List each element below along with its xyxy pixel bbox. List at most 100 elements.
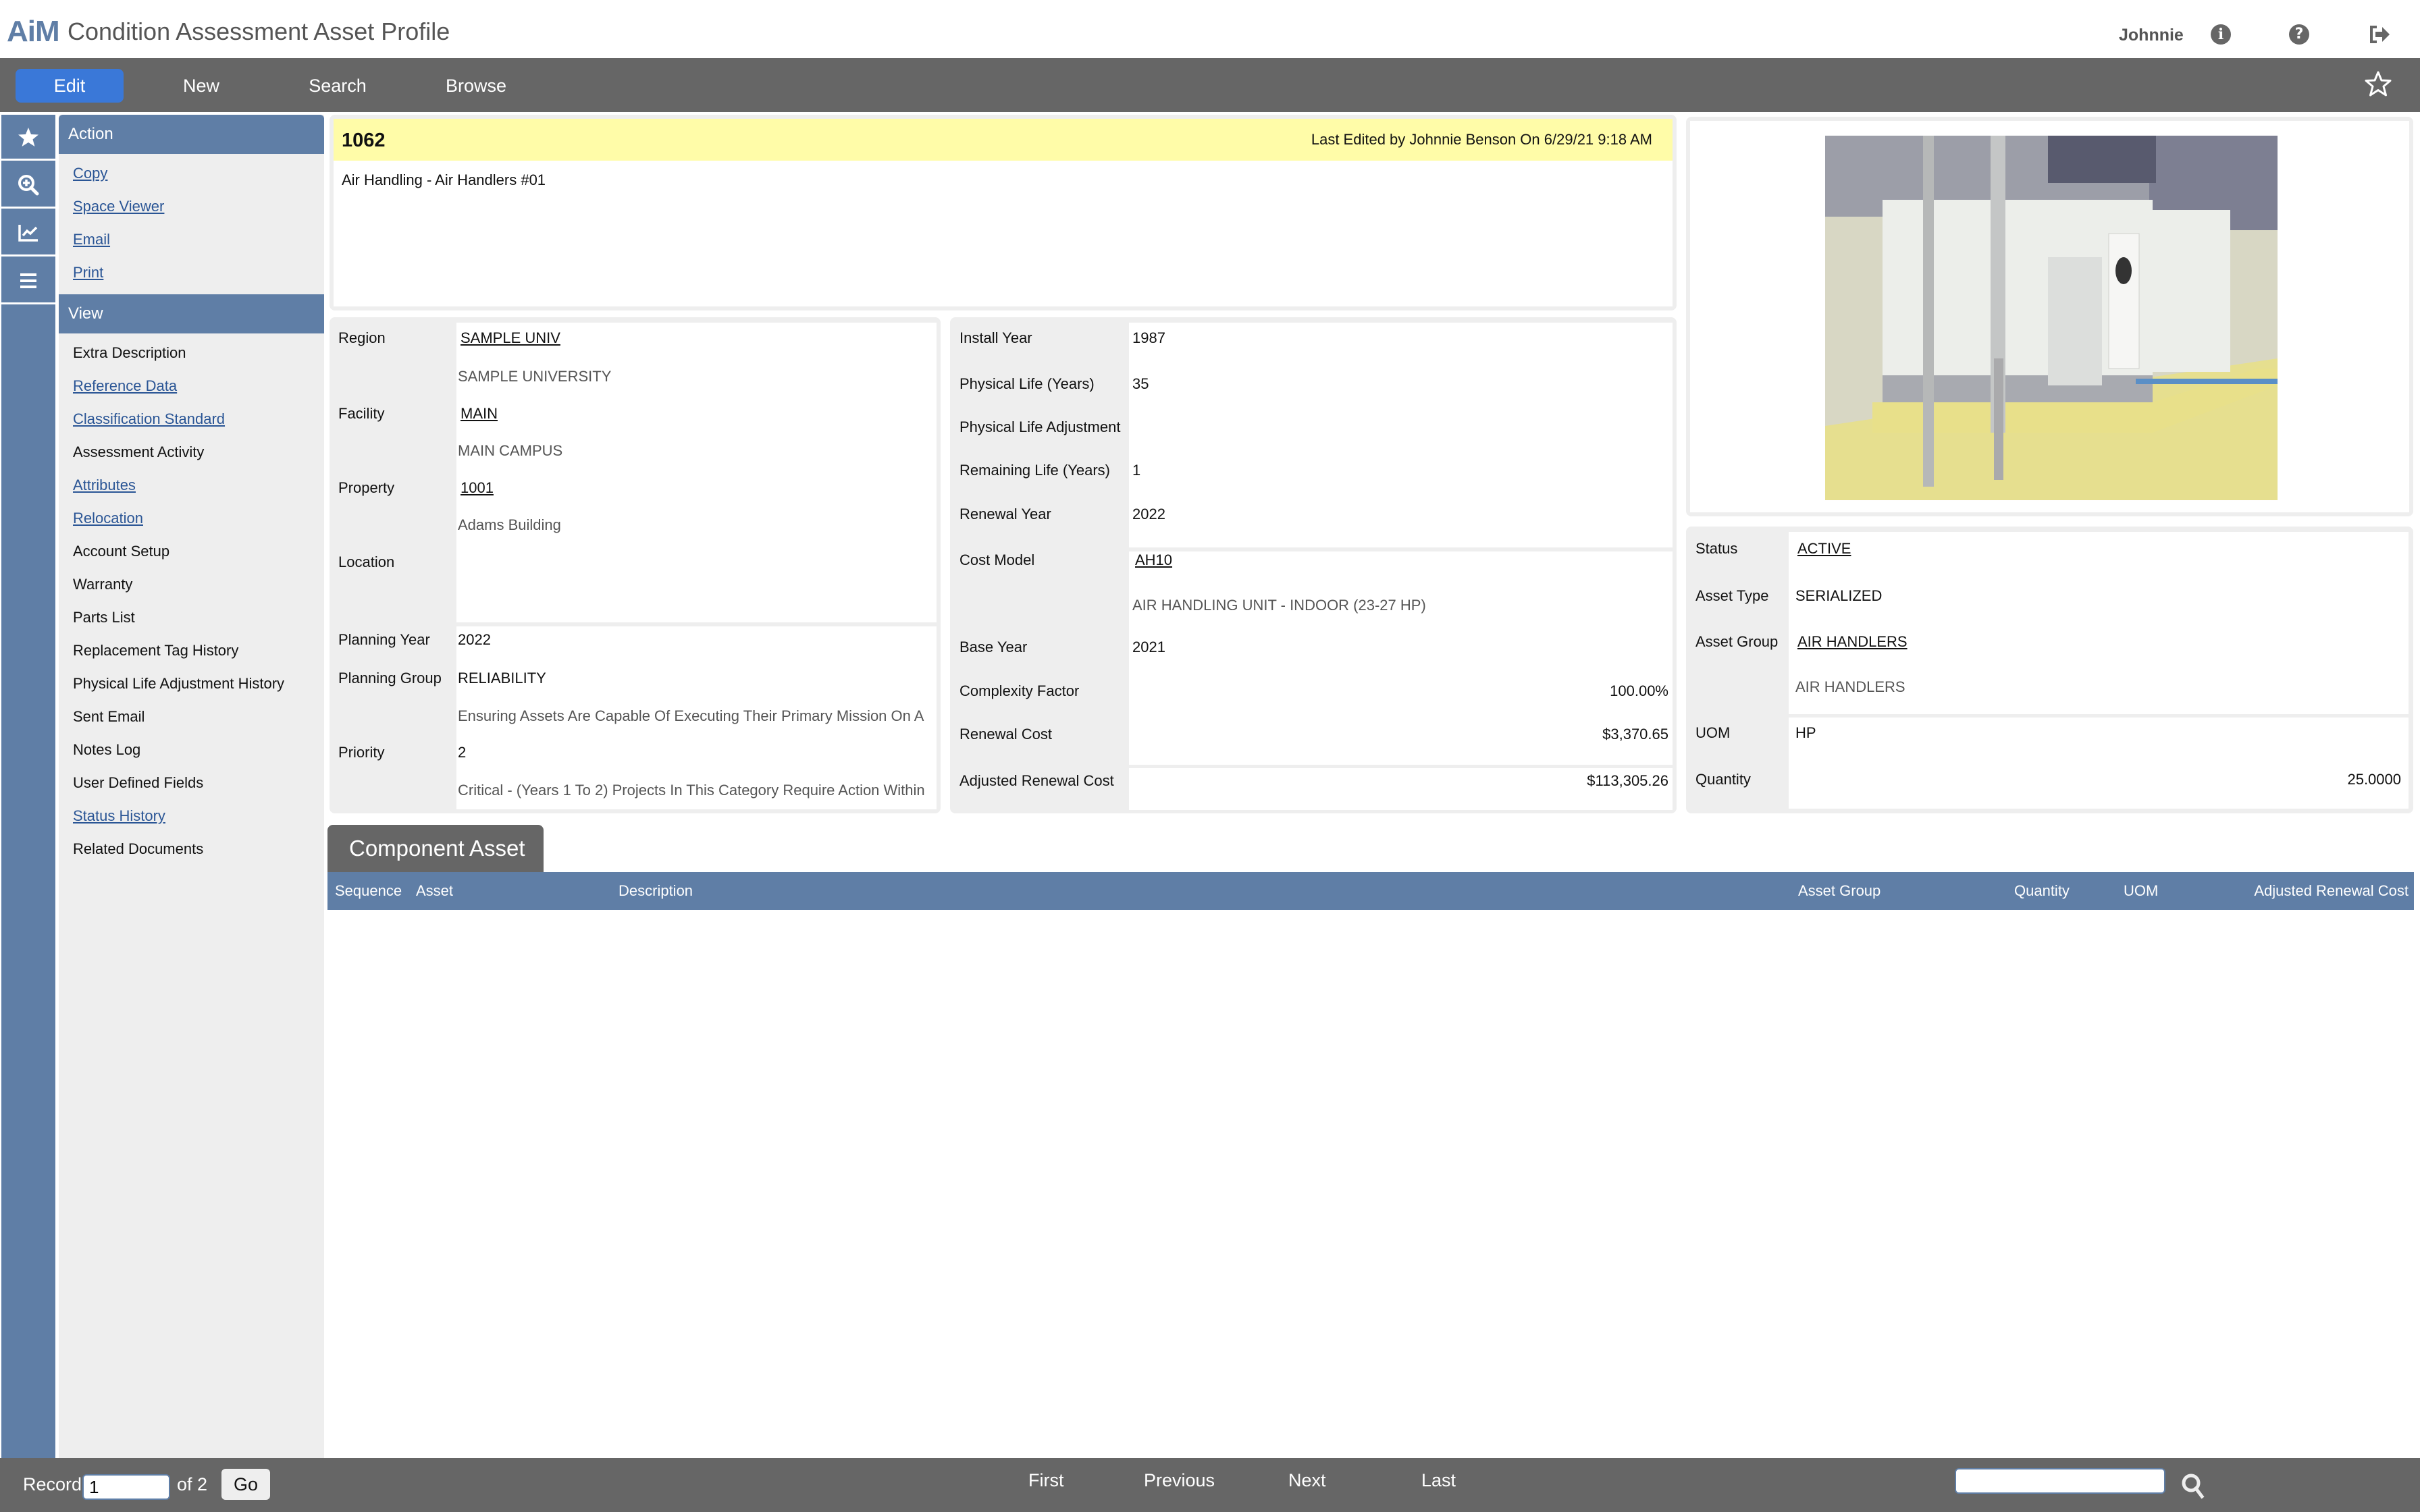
sidebar-view-extra-description[interactable]: Extra Description <box>59 336 324 369</box>
rail-favorites[interactable] <box>1 115 55 161</box>
sidebar-view-assessment-activity[interactable]: Assessment Activity <box>59 435 324 468</box>
last-record-link[interactable]: Last <box>1421 1470 1456 1491</box>
column-asset-group[interactable]: Asset Group <box>1798 882 1880 900</box>
sidebar-item-label: Related Documents <box>73 840 204 857</box>
sidebar-action-space-viewer[interactable]: Space Viewer <box>59 190 324 223</box>
last-edited-info: Last Edited by Johnnie Benson On 6/29/21… <box>1311 131 1652 148</box>
first-record-link[interactable]: First <box>1028 1470 1063 1491</box>
planning-group-label: Planning Group <box>338 670 442 686</box>
sidebar-view-warranty[interactable]: Warranty <box>59 568 324 601</box>
column-sequence[interactable]: Sequence <box>335 882 402 900</box>
record-header-card: 1062 Last Edited by Johnnie Benson On 6/… <box>330 115 1677 310</box>
sidebar-view-physical-life-adjustment-history[interactable]: Physical Life Adjustment History <box>59 667 324 700</box>
asset-group-label: Asset Group <box>1695 633 1779 650</box>
sidebar-item-label: Notes Log <box>73 741 141 758</box>
sidebar-view-status-history[interactable]: Status History <box>59 799 324 832</box>
asset-type-value: SERIALIZED <box>1795 587 1883 604</box>
favorite-star-icon[interactable] <box>2365 70 2392 97</box>
title-bar: AiM Condition Assessment Asset Profile J… <box>0 0 2420 58</box>
sidebar-item-label: Assessment Activity <box>73 443 205 460</box>
edit-button[interactable]: Edit <box>16 69 124 103</box>
column-quantity[interactable]: Quantity <box>2014 882 2070 900</box>
sidebar-view-notes-log[interactable]: Notes Log <box>59 733 324 766</box>
sidebar-action-copy[interactable]: Copy <box>59 157 324 190</box>
previous-record-link[interactable]: Previous <box>1144 1470 1215 1491</box>
sidebar-view-parts-list[interactable]: Parts List <box>59 601 324 634</box>
planning-group-description: Ensuring Assets Are Capable Of Executing… <box>458 707 924 724</box>
install-year-value: 1987 <box>1132 329 1165 346</box>
sidebar-view-user-defined-fields[interactable]: User Defined Fields <box>59 766 324 799</box>
rail-menu[interactable] <box>1 259 55 304</box>
location-label: Location <box>338 554 395 570</box>
priority-label: Priority <box>338 744 385 761</box>
sidebar-item-label: User Defined Fields <box>73 774 204 791</box>
property-label: Property <box>338 479 395 496</box>
sidebar-view-attributes[interactable]: Attributes <box>59 468 324 502</box>
search-button[interactable]: Search <box>297 69 378 103</box>
property-description: Adams Building <box>458 516 561 533</box>
user-name[interactable]: Johnnie <box>2119 26 2184 45</box>
cost-model-link[interactable]: AH10 <box>1135 551 1172 569</box>
sidebar-view-sent-email[interactable]: Sent Email <box>59 700 324 733</box>
region-link[interactable]: SAMPLE UNIV <box>461 329 560 347</box>
column-adjusted-renewal-cost[interactable]: Adjusted Renewal Cost <box>2254 882 2409 900</box>
sidebar-view-reference-data[interactable]: Reference Data <box>59 369 324 402</box>
facility-link[interactable]: MAIN <box>461 405 498 423</box>
asset-group-description: AIR HANDLERS <box>1795 678 1905 695</box>
priority-description: Critical - (Years 1 To 2) Projects In Th… <box>458 782 925 799</box>
next-record-link[interactable]: Next <box>1288 1470 1326 1491</box>
browse-button[interactable]: Browse <box>436 69 517 103</box>
chart-icon <box>18 224 38 242</box>
rail-reports[interactable] <box>1 211 55 256</box>
quantity-label: Quantity <box>1695 771 1751 788</box>
view-list: Extra Description Reference Data Classific… <box>59 333 324 871</box>
sidebar-item-label: Extra Description <box>73 344 186 361</box>
sidebar-view-relocation[interactable]: Relocation <box>59 502 324 535</box>
renewal-cost-label: Renewal Cost <box>959 726 1052 742</box>
base-year-label: Base Year <box>959 639 1028 655</box>
remaining-life-label: Remaining Life (Years) <box>959 462 1110 479</box>
sidebar-item-label: Copy <box>73 165 108 182</box>
record-number-input[interactable] <box>82 1474 170 1500</box>
help-icon[interactable]: ? <box>2289 24 2309 45</box>
search-icon[interactable] <box>2180 1472 2208 1500</box>
adjusted-renewal-cost-value: $113,305.26 <box>1587 772 1668 789</box>
uom-label: UOM <box>1695 724 1731 741</box>
sidebar: Action Copy Space Viewer Email Print View E… <box>59 115 324 1458</box>
facility-label: Facility <box>338 405 385 422</box>
sidebar-view-replacement-tag-history[interactable]: Replacement Tag History <box>59 634 324 667</box>
sidebar-action-print[interactable]: Print <box>59 256 324 289</box>
asset-photo[interactable] <box>1825 136 2278 500</box>
new-button[interactable]: New <box>161 69 242 103</box>
sidebar-view-account-setup[interactable]: Account Setup <box>59 535 324 568</box>
sidebar-view-related-documents[interactable]: Related Documents <box>59 832 324 865</box>
sidebar-item-label: Relocation <box>73 510 143 526</box>
icon-rail <box>1 115 55 1458</box>
column-asset[interactable]: Asset <box>416 882 453 900</box>
property-link[interactable]: 1001 <box>461 479 494 497</box>
renewal-cost-value: $3,370.65 <box>1602 726 1668 742</box>
sidebar-action-email[interactable]: Email <box>59 223 324 256</box>
complexity-factor-label: Complexity Factor <box>959 682 1080 699</box>
asset-group-link[interactable]: AIR HANDLERS <box>1797 633 1908 651</box>
rail-search[interactable] <box>1 163 55 209</box>
sidebar-view-classification-standard[interactable]: Classification Standard <box>59 402 324 435</box>
cost-model-description: AIR HANDLING UNIT - INDOOR (23-27 HP) <box>1132 597 1426 614</box>
sidebar-item-label: Status History <box>73 807 165 824</box>
column-description[interactable]: Description <box>619 882 693 900</box>
go-button[interactable]: Go <box>221 1469 270 1500</box>
tab-component-asset[interactable]: Component Asset <box>327 825 544 872</box>
sidebar-item-label: Replacement Tag History <box>73 642 239 659</box>
logout-icon[interactable] <box>2369 24 2390 45</box>
asset-photo-card <box>1686 117 2413 516</box>
quick-search-input[interactable] <box>1955 1468 2165 1494</box>
star-icon <box>18 127 38 146</box>
info-icon[interactable]: i <box>2211 24 2231 45</box>
status-link[interactable]: ACTIVE <box>1797 540 1851 558</box>
column-uom[interactable]: UOM <box>2124 882 2158 900</box>
uom-value: HP <box>1795 724 1816 741</box>
planning-group-value: RELIABILITY <box>458 670 546 686</box>
planning-year-label: Planning Year <box>338 631 430 648</box>
adjusted-renewal-cost-label: Adjusted Renewal Cost <box>959 772 1114 789</box>
physical-life-label: Physical Life (Years) <box>959 375 1095 392</box>
